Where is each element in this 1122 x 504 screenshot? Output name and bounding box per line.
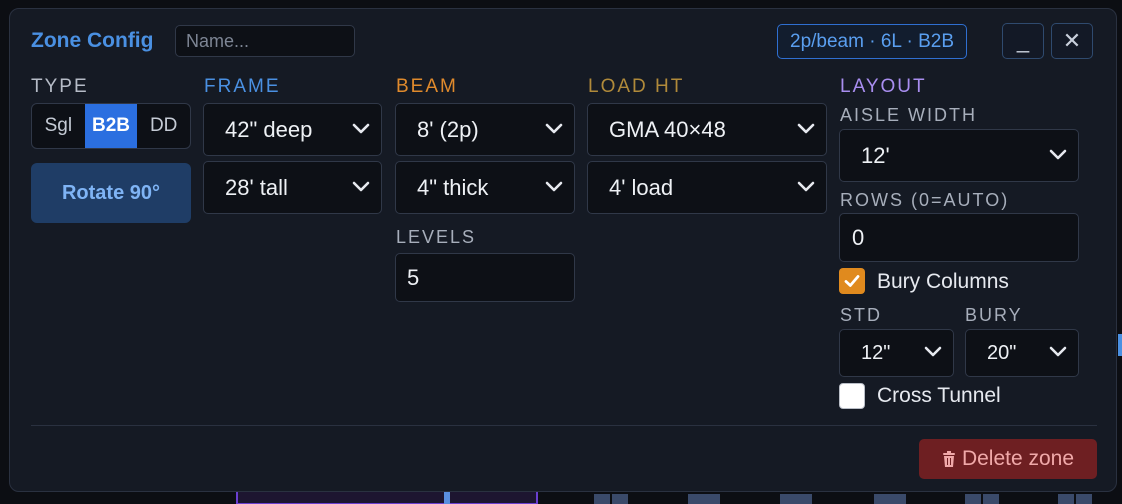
frame-height-select[interactable]: 28' tall (203, 161, 382, 214)
bury-columns-label: Bury Columns (877, 270, 1009, 293)
frame-section-label: FRAME (204, 76, 281, 97)
bury-value: 20" (987, 341, 1017, 364)
cross-tunnel-label: Cross Tunnel (877, 384, 1001, 407)
bury-columns-checkbox[interactable] (839, 268, 865, 294)
minimize-button[interactable]: _ (1002, 23, 1044, 59)
type-option-sgl[interactable]: Sgl (32, 104, 85, 148)
chevron-down-icon (545, 181, 563, 191)
type-option-b2b[interactable]: B2B (84, 104, 138, 148)
zone-name-input[interactable] (175, 25, 355, 57)
rows-label: ROWS (0=AUTO) (840, 190, 1010, 210)
beam-thickness-value: 4" thick (417, 174, 489, 200)
pallet-type-select[interactable]: GMA 40×48 (587, 103, 827, 156)
rows-input[interactable]: 0 (839, 213, 1079, 262)
beam-section-label: BEAM (396, 76, 458, 97)
panel-title: Zone Config (31, 29, 154, 52)
beam-length-value: 8' (2p) (417, 116, 479, 142)
bury-label: BURY (965, 305, 1023, 325)
type-option-dd[interactable]: DD (137, 104, 190, 148)
aisle-width-value: 12' (861, 142, 890, 168)
load-height-value: 4' load (609, 174, 674, 200)
frame-depth-select[interactable]: 42" deep (203, 103, 382, 156)
chevron-down-icon (545, 123, 563, 133)
chevron-down-icon (1049, 346, 1067, 357)
zone-summary-badge: 2p/beam · 6L · B2B (777, 24, 968, 59)
rows-value: 0 (852, 224, 865, 250)
levels-label: LEVELS (396, 227, 477, 247)
load-height-select[interactable]: 4' load (587, 161, 827, 214)
delete-zone-label: Delete zone (961, 447, 1075, 470)
panel-header: Zone Config 2p/beam · 6L · B2B _ ✕ (10, 9, 1116, 69)
pallet-type-value: GMA 40×48 (609, 116, 726, 142)
delete-zone-button[interactable]: Delete zone (919, 439, 1097, 479)
load-ht-section-label: LOAD HT (588, 76, 685, 97)
rotate-button[interactable]: Rotate 90° (31, 163, 191, 223)
frame-depth-value: 42" deep (225, 116, 313, 142)
levels-value: 5 (407, 264, 420, 290)
levels-input[interactable]: 5 (395, 253, 575, 302)
aisle-width-select[interactable]: 12' (839, 129, 1079, 182)
frame-height-value: 28' tall (225, 174, 288, 200)
type-section-label: TYPE (31, 76, 89, 97)
close-button[interactable]: ✕ (1051, 23, 1093, 59)
chevron-down-icon (1049, 149, 1067, 159)
beam-length-select[interactable]: 8' (2p) (395, 103, 575, 156)
checkmark-icon (844, 275, 860, 287)
std-label: STD (840, 305, 882, 325)
cross-tunnel-checkbox[interactable] (839, 383, 865, 409)
chevron-down-icon (352, 123, 370, 133)
std-select[interactable]: 12" (839, 329, 954, 377)
beam-thickness-select[interactable]: 4" thick (395, 161, 575, 214)
bury-select[interactable]: 20" (965, 329, 1079, 377)
std-value: 12" (861, 341, 891, 364)
footer-divider (31, 425, 1097, 426)
layout-section-label: LAYOUT (840, 76, 927, 97)
aisle-width-label: AISLE WIDTH (840, 105, 978, 125)
chevron-down-icon (924, 346, 942, 357)
chevron-down-icon (797, 123, 815, 133)
trash-icon (942, 450, 955, 467)
chevron-down-icon (797, 181, 815, 191)
chevron-down-icon (352, 181, 370, 191)
rack-type-segmented-control: Sgl B2B DD (31, 103, 191, 149)
zone-config-panel: Zone Config 2p/beam · 6L · B2B _ ✕ TYPE … (9, 8, 1117, 492)
